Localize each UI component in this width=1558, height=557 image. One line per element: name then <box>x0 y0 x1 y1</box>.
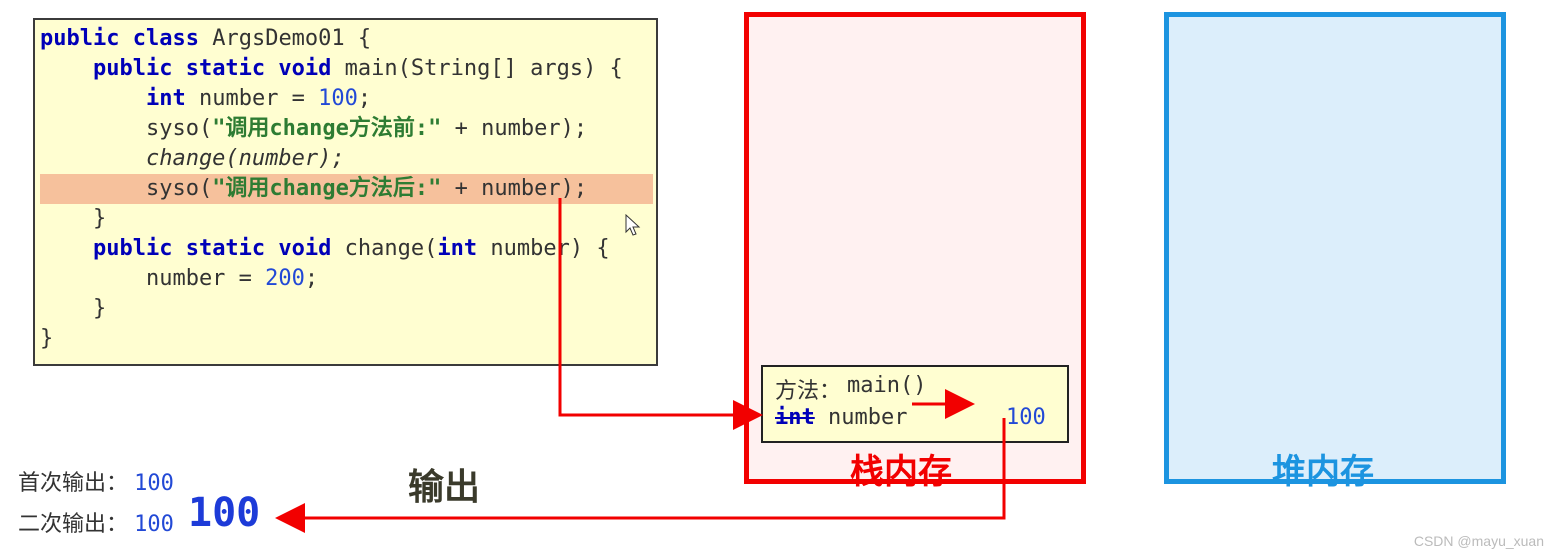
stack-frame-method-line: 方法： main() <box>775 373 1055 405</box>
cursor-icon <box>625 214 643 241</box>
heap-memory-panel <box>1164 12 1506 484</box>
stack-frame-main: 方法： main() int number 100 <box>761 365 1069 443</box>
second-output-line: 二次输出： 100 <box>18 506 174 538</box>
code-line-11: } <box>40 324 653 354</box>
code-panel: public class ArgsDemo01 { public static … <box>33 18 658 366</box>
output-label: 输出 <box>408 458 480 510</box>
code-line-4: syso("调用change方法前:" + number); <box>40 114 653 144</box>
first-output-value: 100 <box>134 471 174 496</box>
big-output-value: 100 <box>188 490 260 536</box>
stack-frame-var-line: int number 100 <box>775 405 1055 430</box>
code-line-2: public static void main(String[] args) { <box>40 54 653 84</box>
code-block: public class ArgsDemo01 { public static … <box>40 24 653 362</box>
code-line-9: number = 200; <box>40 264 653 294</box>
code-line-6-highlighted: syso("调用change方法后:" + number); <box>40 174 653 204</box>
stack-frame-label: 方法： <box>775 373 841 405</box>
first-output-line: 首次输出： 100 <box>18 465 174 497</box>
second-output-value: 100 <box>134 512 174 537</box>
code-line-5: change(number); <box>40 144 653 174</box>
stack-var-name: number <box>828 405 907 430</box>
stack-title: 栈内存 <box>850 444 952 493</box>
stack-memory-panel: 方法： main() int number 100 <box>744 12 1086 484</box>
code-line-1: public class ArgsDemo01 { <box>40 24 653 54</box>
first-output-label: 首次输出： <box>18 470 128 495</box>
code-line-8: public static void change(int number) { <box>40 234 653 264</box>
stack-frame-method: main() <box>847 373 926 405</box>
stack-int-keyword: int <box>775 405 815 430</box>
stack-var-value: 100 <box>1006 405 1046 430</box>
watermark: CSDN @mayu_xuan <box>1414 533 1544 549</box>
second-output-label: 二次输出： <box>18 511 128 536</box>
code-line-7: } <box>40 204 653 234</box>
code-line-10: } <box>40 294 653 324</box>
code-line-3: int number = 100; <box>40 84 653 114</box>
heap-title: 堆内存 <box>1272 444 1374 493</box>
